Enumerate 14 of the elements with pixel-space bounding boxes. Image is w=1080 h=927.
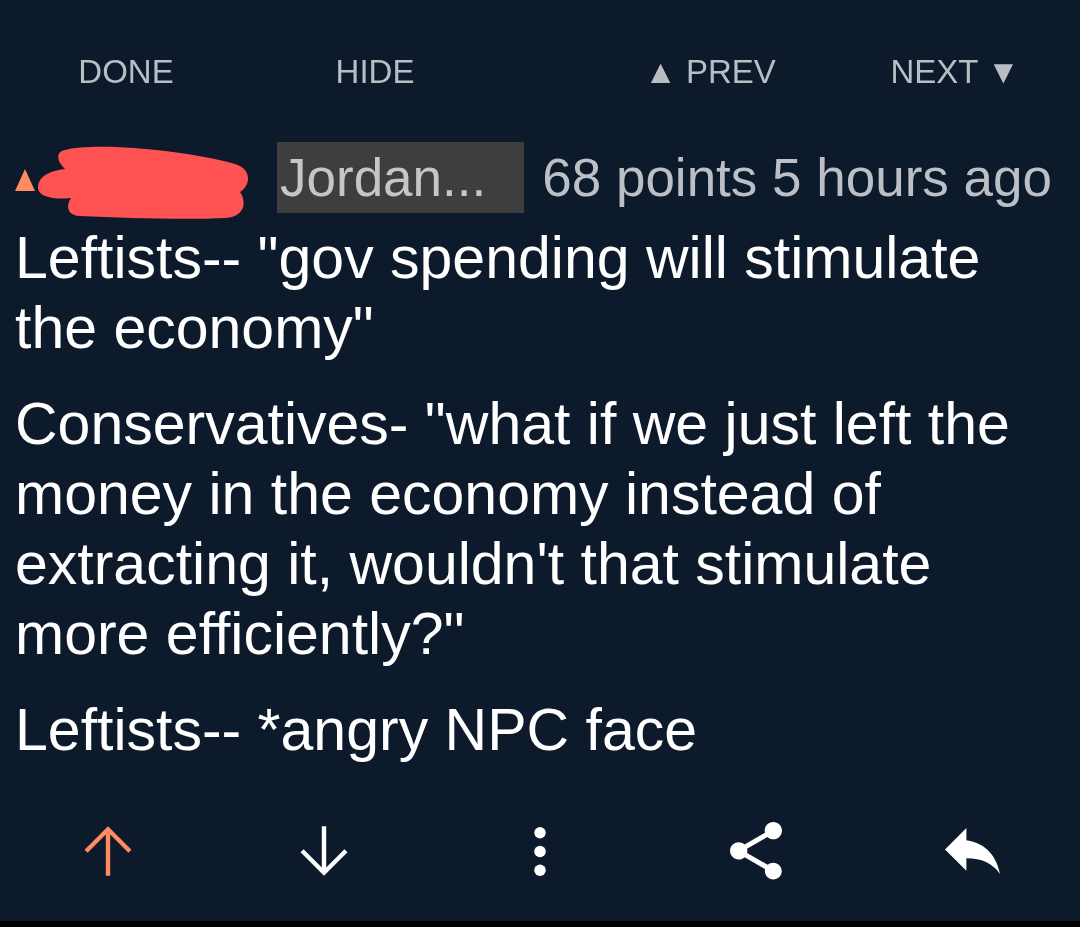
downvote-arrow-icon[interactable] <box>300 826 348 876</box>
comment-paragraph: Leftists-- "gov spending will stimulate the economy" <box>15 224 982 363</box>
upvote-arrow-icon[interactable] <box>84 826 132 876</box>
toolbar-button[interactable]: ▲ PREV <box>630 45 790 99</box>
comment-paragraph: Leftists-- *angry NPC face <box>15 696 698 765</box>
toolbar-button[interactable]: HIDE <box>321 45 429 99</box>
more-vertical-icon[interactable] <box>534 826 546 876</box>
comment-meta: 68 points 5 hours ago <box>542 147 1052 209</box>
toolbar-button[interactable]: NEXT ▼ <box>876 45 1034 99</box>
reply-icon[interactable] <box>944 828 1000 874</box>
share-icon[interactable] <box>730 822 782 880</box>
toolbar-button[interactable]: DONE <box>64 45 188 99</box>
user-flair: Jordan... <box>277 142 525 213</box>
comment-paragraph: Conservatives- "what if we just left the money in the economy instead of extracting it, wouldn't that stimulate more efficiently?" <box>15 390 1011 669</box>
